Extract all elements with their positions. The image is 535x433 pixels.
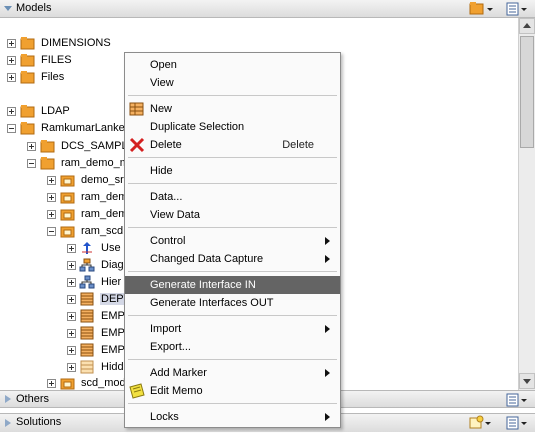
menu-item-view[interactable]: View (125, 74, 340, 92)
menu-item-delete[interactable]: Delete Delete (125, 136, 340, 154)
folder-icon (20, 37, 35, 50)
folder-dropdown-icon (469, 2, 493, 15)
models-panel-title: Models (16, 2, 52, 14)
expand-icon[interactable] (47, 176, 56, 185)
menu-item-data[interactable]: Data... (125, 188, 340, 206)
menu-item-control[interactable]: Control (125, 232, 340, 250)
model-icon (60, 175, 75, 187)
hierarchy-icon (79, 275, 95, 289)
usage-arrow-icon (82, 242, 92, 254)
arrow-down-icon (523, 379, 531, 384)
datastore-icon (80, 309, 94, 323)
list-dropdown-icon (506, 416, 527, 430)
model-folder-icon (40, 140, 55, 153)
list-dropdown-icon (506, 2, 527, 16)
others-panel-title: Others (16, 393, 50, 405)
menu-item-view-data[interactable]: View Data (125, 206, 340, 224)
expand-icon[interactable] (67, 346, 76, 355)
expand-icon[interactable] (47, 379, 56, 388)
expand-triangle-icon[interactable] (4, 395, 12, 404)
menu-separator (128, 157, 337, 158)
solutions-new-menu-button[interactable] (468, 415, 494, 430)
vertical-scrollbar[interactable] (518, 18, 535, 390)
scroll-up-button[interactable] (519, 18, 535, 34)
solutions-list-menu-button[interactable] (505, 415, 531, 430)
menu-separator (128, 359, 337, 360)
menu-item-locks[interactable]: Locks (125, 408, 340, 426)
context-menu: Open View New Duplicate Selection Delete… (124, 52, 341, 428)
menu-separator (128, 403, 337, 404)
collapse-icon[interactable] (47, 227, 56, 236)
menu-item-changed-data-capture[interactable]: Changed Data Capture (125, 250, 340, 268)
expand-icon[interactable] (67, 244, 76, 253)
expand-icon[interactable] (7, 73, 16, 82)
model-icon (60, 226, 75, 238)
delete-shortcut: Delete (282, 139, 314, 151)
expand-icon[interactable] (27, 142, 36, 151)
submenu-arrow-icon (325, 255, 330, 263)
folder-open-icon (20, 122, 35, 135)
menu-item-duplicate-selection[interactable]: Duplicate Selection (125, 118, 340, 136)
expand-icon[interactable] (47, 193, 56, 202)
expand-icon[interactable] (67, 312, 76, 321)
delete-x-icon (129, 137, 145, 153)
menu-item-open[interactable]: Open (125, 56, 340, 74)
folder-icon (20, 54, 35, 67)
menu-item-new[interactable]: New (125, 100, 340, 118)
list-dropdown-icon (506, 393, 527, 407)
menu-separator (128, 183, 337, 184)
new-table-icon (129, 102, 144, 116)
collapse-triangle-icon[interactable] (4, 5, 12, 13)
expand-icon[interactable] (67, 295, 76, 304)
menu-separator (128, 227, 337, 228)
expand-triangle-icon[interactable] (4, 419, 12, 428)
datastore-icon (80, 292, 94, 306)
expand-icon[interactable] (67, 363, 76, 372)
expand-icon[interactable] (47, 210, 56, 219)
model-icon (60, 192, 75, 204)
menu-item-import[interactable]: Import (125, 320, 340, 338)
folder-icon (20, 71, 35, 84)
menu-item-generate-interface-in[interactable]: Generate Interface IN (125, 276, 340, 294)
model-icon (60, 209, 75, 221)
submenu-arrow-icon (325, 369, 330, 377)
folder-icon (20, 105, 35, 118)
solutions-panel-title: Solutions (16, 416, 62, 428)
arrow-up-icon (523, 23, 531, 28)
expand-icon[interactable] (7, 39, 16, 48)
expand-icon[interactable] (67, 329, 76, 338)
menu-separator (128, 315, 337, 316)
submenu-arrow-icon (325, 325, 330, 333)
model-folder-icon (40, 157, 55, 170)
scroll-down-button[interactable] (519, 373, 535, 389)
menu-item-export[interactable]: Export... (125, 338, 340, 356)
collapse-icon[interactable] (27, 159, 36, 168)
new-solution-icon (469, 415, 491, 429)
datastore-icon (80, 343, 94, 357)
collapse-icon[interactable] (7, 124, 16, 133)
expand-icon[interactable] (67, 278, 76, 287)
menu-separator (128, 95, 337, 96)
datastore-icon (80, 326, 94, 340)
models-list-menu-button[interactable] (505, 1, 531, 16)
submenu-arrow-icon (325, 413, 330, 421)
models-panel-header[interactable]: Models (0, 0, 535, 18)
models-folder-menu-button[interactable] (468, 1, 494, 16)
memo-icon (129, 383, 145, 399)
submenu-arrow-icon (325, 237, 330, 245)
menu-separator (128, 271, 337, 272)
menu-item-edit-memo[interactable]: Edit Memo (125, 382, 340, 400)
expand-icon[interactable] (67, 261, 76, 270)
menu-item-generate-interfaces-out[interactable]: Generate Interfaces OUT (125, 294, 340, 312)
menu-item-add-marker[interactable]: Add Marker (125, 364, 340, 382)
hidden-datastore-icon (80, 360, 94, 374)
expand-icon[interactable] (7, 56, 16, 65)
scrollbar-thumb[interactable] (520, 36, 534, 148)
diagram-icon (79, 258, 95, 272)
expand-icon[interactable] (7, 107, 16, 116)
others-list-menu-button[interactable] (505, 392, 531, 407)
model-icon (60, 378, 75, 390)
menu-item-hide[interactable]: Hide (125, 162, 340, 180)
